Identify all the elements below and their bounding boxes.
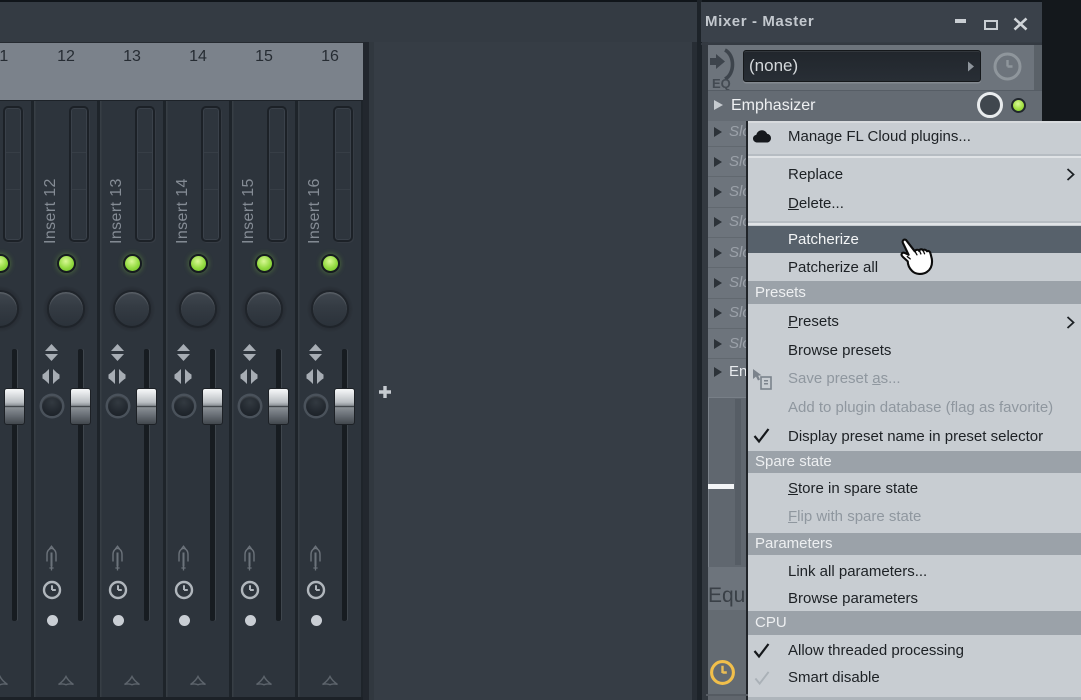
- svg-text:EQ: EQ: [712, 76, 731, 91]
